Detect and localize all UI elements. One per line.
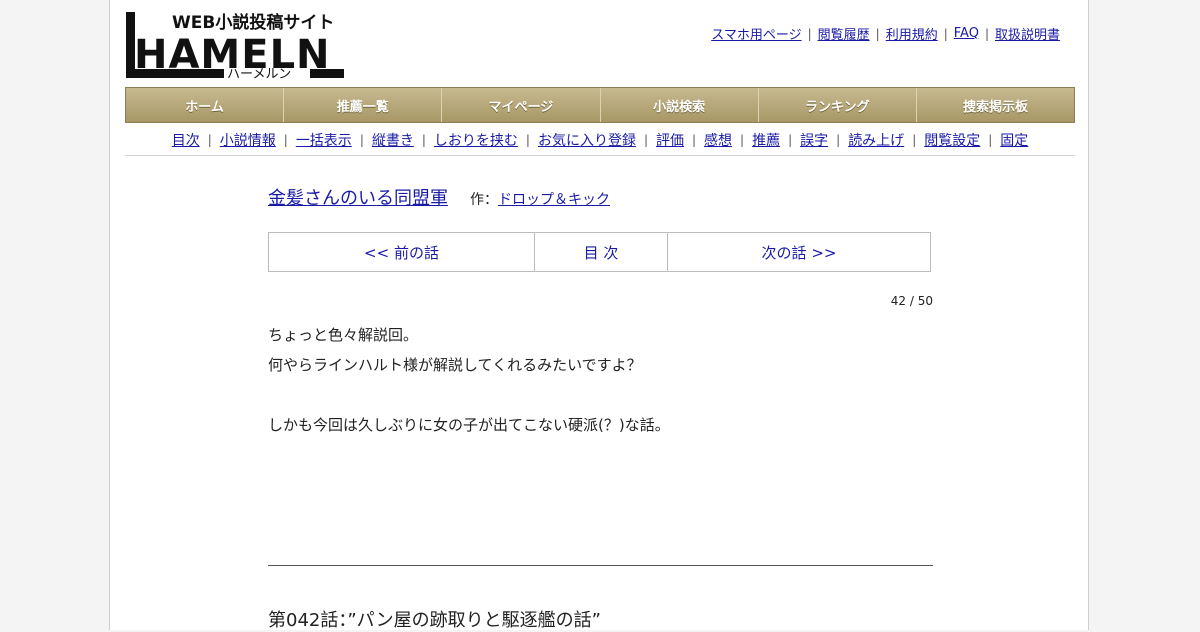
nav-mypage[interactable]: マイページ: [442, 88, 601, 122]
hameln-logo[interactable]: WEB小説投稿サイト HAMELN ハーメルン: [126, 10, 346, 80]
separator: |: [643, 132, 648, 147]
separator: |: [740, 132, 745, 147]
manual-link[interactable]: 取扱説明書: [995, 24, 1060, 43]
preface-divider: [268, 565, 933, 566]
separator: |: [836, 132, 841, 147]
separator: |: [525, 132, 530, 147]
author-prefix: 作：: [470, 192, 498, 208]
separator: |: [912, 132, 917, 147]
faq-link[interactable]: FAQ: [954, 26, 979, 41]
subnav-show-all[interactable]: 一括表示: [296, 130, 352, 150]
nav-recommendations[interactable]: 推薦一覧: [284, 88, 443, 122]
prev-chapter-link[interactable]: << 前の話: [269, 233, 535, 271]
chapter-progress: 42 / 50: [890, 294, 933, 308]
separator: |: [207, 132, 212, 147]
separator: |: [984, 26, 989, 41]
logo-reading: ハーメルン: [227, 67, 291, 80]
subnav-view-settings[interactable]: 閲覧設定: [924, 130, 980, 150]
terms-link[interactable]: 利用規約: [886, 24, 938, 43]
separator: |: [692, 132, 697, 147]
chapter-nav: << 前の話 目 次 次の話 >>: [268, 232, 931, 272]
subnav-pin[interactable]: 固定: [1000, 130, 1028, 150]
preface-line: ちょっと色々解説回。: [268, 326, 419, 344]
preface-line: [268, 380, 933, 410]
nav-novel-search[interactable]: 小説検索: [600, 88, 759, 122]
separator: |: [988, 132, 993, 147]
chapter-title: 第042話：”パン屋の跡取りと駆逐艦の話”: [268, 610, 601, 631]
separator: |: [943, 26, 948, 41]
novel-header: 金髪さんのいる同盟軍 作： ドロップ＆キック: [268, 184, 610, 210]
subnav-novel-info[interactable]: 小説情報: [220, 130, 276, 150]
page-container: WEB小説投稿サイト HAMELN ハーメルン スマホ用ページ | 閲覧履歴 |…: [109, 0, 1089, 631]
preface-line: しかも今回は久しぶりに女の子が出てこない硬派(？)な話。: [268, 416, 670, 434]
author-link[interactable]: ドロップ＆キック: [498, 189, 610, 209]
subnav-typo[interactable]: 誤字: [800, 130, 828, 150]
subnav-vertical[interactable]: 縦書き: [372, 130, 414, 150]
smartphone-page-link[interactable]: スマホ用ページ: [711, 24, 801, 43]
chapter-preface: ちょっと色々解説回。 何やらラインハルト様が解説してくれるみたいですよ？ しかも…: [268, 320, 933, 440]
subnav-rating[interactable]: 評価: [656, 130, 684, 150]
separator: |: [807, 26, 812, 41]
history-link[interactable]: 閲覧履歴: [818, 24, 870, 43]
novel-subnav: 目次 | 小説情報 | 一括表示 | 縦書き | しおりを挟む | お気に入り登…: [125, 124, 1075, 156]
subnav-favorite[interactable]: お気に入り登録: [538, 130, 636, 150]
subnav-comments[interactable]: 感想: [704, 130, 732, 150]
separator: |: [283, 132, 288, 147]
nav-search-board[interactable]: 捜索掲示板: [916, 88, 1075, 122]
toc-link[interactable]: 目 次: [535, 233, 668, 271]
next-chapter-link[interactable]: 次の話 >>: [668, 233, 930, 271]
nav-home[interactable]: ホーム: [126, 88, 285, 122]
separator: |: [359, 132, 364, 147]
preface-line: 何やらラインハルト様が解説してくれるみたいですよ？: [268, 356, 642, 374]
subnav-read-aloud[interactable]: 読み上げ: [848, 130, 904, 150]
subnav-bookmark[interactable]: しおりを挟む: [434, 130, 518, 150]
header-links: スマホ用ページ | 閲覧履歴 | 利用規約 | FAQ | 取扱説明書: [711, 24, 1060, 43]
main-nav: ホーム 推薦一覧 マイページ 小説検索 ランキング 捜索掲示板: [125, 87, 1075, 123]
separator: |: [421, 132, 426, 147]
logo-tagline: WEB小説投稿サイト: [172, 12, 334, 33]
separator: |: [875, 26, 880, 41]
separator: |: [788, 132, 793, 147]
nav-ranking[interactable]: ランキング: [758, 88, 917, 122]
subnav-recommend[interactable]: 推薦: [752, 130, 780, 150]
novel-title-link[interactable]: 金髪さんのいる同盟軍: [268, 184, 448, 210]
subnav-toc[interactable]: 目次: [172, 130, 200, 150]
